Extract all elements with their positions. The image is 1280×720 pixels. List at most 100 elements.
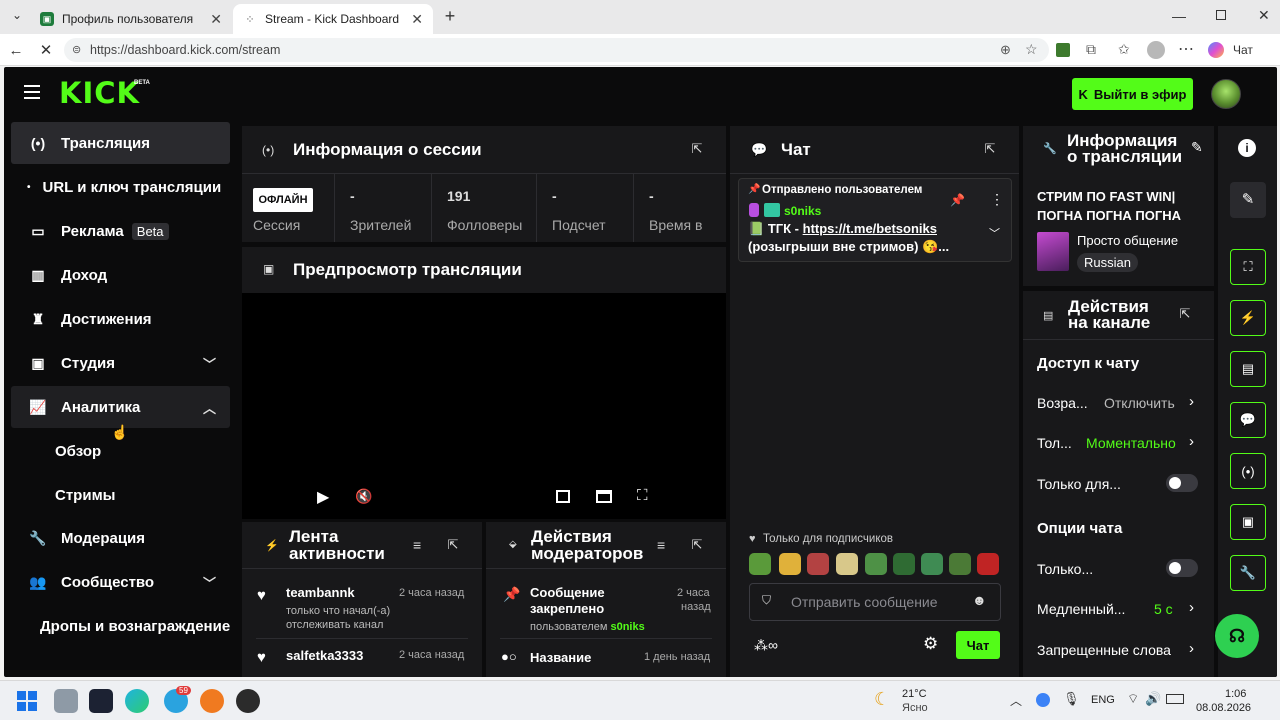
popout-icon[interactable]: ⇱ xyxy=(1176,306,1194,324)
emote-pepe-icon[interactable] xyxy=(949,553,971,575)
popout-icon[interactable]: ⇱ xyxy=(688,537,706,555)
popout-icon[interactable]: ⇱ xyxy=(688,141,706,159)
favorite-star-icon[interactable]: ☆ xyxy=(1025,41,1038,58)
close-tab-icon[interactable]: ✕ xyxy=(411,11,423,28)
emote-zombie-icon[interactable] xyxy=(807,553,829,575)
rail-button-tools[interactable]: 🔧 xyxy=(1230,555,1266,591)
back-arrow-icon[interactable]: ← xyxy=(6,40,26,60)
restore-icon[interactable] xyxy=(1216,10,1226,20)
rail-button-activity[interactable]: ⚡ xyxy=(1230,300,1266,336)
rail-button-broadcast[interactable]: (•) xyxy=(1230,453,1266,489)
sidebar-item-overview[interactable]: Обзор xyxy=(55,443,101,460)
popout-icon[interactable]: ⇱ xyxy=(981,141,999,159)
support-headset-icon[interactable]: ☊ xyxy=(1215,614,1259,658)
sidebar-item-ads[interactable]: ▭ Реклама Beta xyxy=(11,210,230,252)
extension-icon[interactable] xyxy=(1056,43,1070,57)
emote-pepe-icon[interactable] xyxy=(749,553,771,575)
kick-logo[interactable]: KICK xyxy=(59,76,140,110)
emote-pepe-icon[interactable] xyxy=(865,553,887,575)
emote-face-icon[interactable] xyxy=(779,553,801,575)
windows-start-icon[interactable] xyxy=(17,691,37,711)
subs-only-toggle[interactable] xyxy=(1166,474,1198,492)
fullscreen-icon[interactable]: ⛶ xyxy=(637,487,648,504)
sidebar-item-achievements[interactable]: ♜ Достижения xyxy=(11,298,230,340)
chevron-right-icon[interactable]: › xyxy=(1189,599,1194,616)
sidebar-item-community[interactable]: 👥 Сообщество ﹀ xyxy=(11,561,230,603)
emote-pepe-icon[interactable] xyxy=(893,553,915,575)
sidebar-item-broadcast[interactable]: (•) Трансляция xyxy=(11,122,230,164)
copilot-label[interactable]: Чат xyxy=(1233,43,1253,57)
sidebar-item-streams[interactable]: Стримы xyxy=(55,487,115,504)
volume-icon[interactable]: 🔊 xyxy=(1145,691,1161,707)
category-thumbnail[interactable] xyxy=(1037,232,1069,271)
category-name[interactable]: Просто общение xyxy=(1077,233,1178,248)
site-info-icon[interactable]: ⊜ xyxy=(72,38,81,62)
sidebar-item-analytics[interactable]: 📈 Аналитика ︿ xyxy=(11,386,230,428)
stop-loading-icon[interactable]: ✕ xyxy=(36,40,56,60)
expand-chevron-icon[interactable]: ﹀ xyxy=(989,225,1000,241)
pin-toggle-icon[interactable]: 📌 xyxy=(950,193,965,207)
language-indicator[interactable]: ENG xyxy=(1091,694,1115,706)
edit-icon[interactable]: ✎ xyxy=(1230,182,1266,218)
filter-icon[interactable]: ≡ xyxy=(657,537,665,553)
sidebar-item-drops[interactable]: Дропы и вознаграждение xyxy=(40,618,230,635)
zoom-icon[interactable]: ⊕ xyxy=(1000,42,1011,58)
followers-only-value[interactable]: Моментально xyxy=(1086,435,1176,451)
close-window-icon[interactable]: ✕ xyxy=(1258,7,1270,24)
more-options-icon[interactable]: ⋮ xyxy=(990,191,1004,208)
favorites-icon[interactable]: ✩ xyxy=(1118,41,1130,58)
app-icon[interactable] xyxy=(89,689,113,713)
rail-button-chat[interactable]: 💬 xyxy=(1230,402,1266,438)
chevron-right-icon[interactable]: › xyxy=(1189,393,1194,410)
sidebar-item-moderation[interactable]: 🔧 Модерация xyxy=(11,517,230,559)
new-tab-plus-icon[interactable]: + xyxy=(440,6,460,26)
emote-doge-icon[interactable] xyxy=(836,553,858,575)
url-field[interactable]: ⊜ https://dashboard.kick.com/stream xyxy=(64,38,1049,62)
settings-gear-icon[interactable]: ⚙ xyxy=(923,634,938,654)
chat-users-icon[interactable]: ⁂∞ xyxy=(754,637,778,654)
popout-icon[interactable]: ⇱ xyxy=(444,537,462,555)
tray-app-icon[interactable] xyxy=(1036,693,1050,707)
clock-time[interactable]: 1:06 xyxy=(1225,688,1246,700)
emote-angry-icon[interactable] xyxy=(977,553,999,575)
sidebar-item-url-key[interactable]: • URL и ключ трансляции xyxy=(11,166,230,208)
battery-icon[interactable] xyxy=(1166,694,1184,704)
close-tab-icon[interactable]: ✕ xyxy=(210,11,222,28)
tab-kick-dashboard[interactable]: ⁘ Stream - Kick Dashboard ✕ xyxy=(233,4,433,34)
tray-chevron-icon[interactable]: ︿ xyxy=(1010,692,1022,709)
option-only-toggle[interactable] xyxy=(1166,559,1198,577)
copilot-icon[interactable] xyxy=(1208,42,1224,58)
microphone-icon[interactable]: 🎙 xyxy=(1063,691,1080,707)
minimize-icon[interactable]: — xyxy=(1172,8,1186,24)
rail-button-mod[interactable]: ▣ xyxy=(1230,504,1266,540)
chevron-right-icon[interactable]: › xyxy=(1189,433,1194,450)
sidebar-item-studio[interactable]: ▣ Студия ﹀ xyxy=(11,342,230,384)
activity-user-name[interactable]: salfetka3333 xyxy=(286,648,363,663)
user-avatar[interactable] xyxy=(1211,79,1241,109)
emote-pepe-icon[interactable] xyxy=(921,553,943,575)
hamburger-menu-icon[interactable] xyxy=(24,85,40,99)
language-tag[interactable]: Russian xyxy=(1077,253,1138,272)
wifi-icon[interactable]: ⌔ xyxy=(1127,691,1139,707)
edge-browser-icon[interactable] xyxy=(125,689,149,713)
pinned-link[interactable]: https://t.me/betsoniks xyxy=(803,221,937,236)
recorder-icon[interactable] xyxy=(200,689,224,713)
stream-preview-video[interactable] xyxy=(242,293,726,519)
tab-profile[interactable]: ▣ Профиль пользователя ✕ xyxy=(30,4,232,34)
obs-icon[interactable] xyxy=(236,689,260,713)
pip-icon[interactable] xyxy=(556,490,570,503)
more-menu-icon[interactable]: ⋯ xyxy=(1178,39,1194,59)
chevron-right-icon[interactable]: › xyxy=(1189,640,1194,657)
emoji-icon[interactable]: ☻ xyxy=(972,592,987,608)
sidebar-item-income[interactable]: ▥ Доход xyxy=(11,254,230,296)
edit-pencil-icon[interactable]: ✎ xyxy=(1191,139,1203,156)
pinned-user[interactable]: s0niks xyxy=(784,204,821,218)
send-chat-button[interactable]: Чат xyxy=(956,631,1000,659)
theater-mode-icon[interactable] xyxy=(596,490,612,503)
tab-list-chevron-icon[interactable]: ⌄ xyxy=(8,8,26,26)
rail-button-notes[interactable]: ▤ xyxy=(1230,351,1266,387)
file-explorer-icon[interactable] xyxy=(54,689,78,713)
filter-icon[interactable]: ≡ xyxy=(413,537,421,553)
mute-icon[interactable]: 🔇 xyxy=(355,488,372,505)
puzzle-extensions-icon[interactable]: ⧉ xyxy=(1086,41,1096,58)
